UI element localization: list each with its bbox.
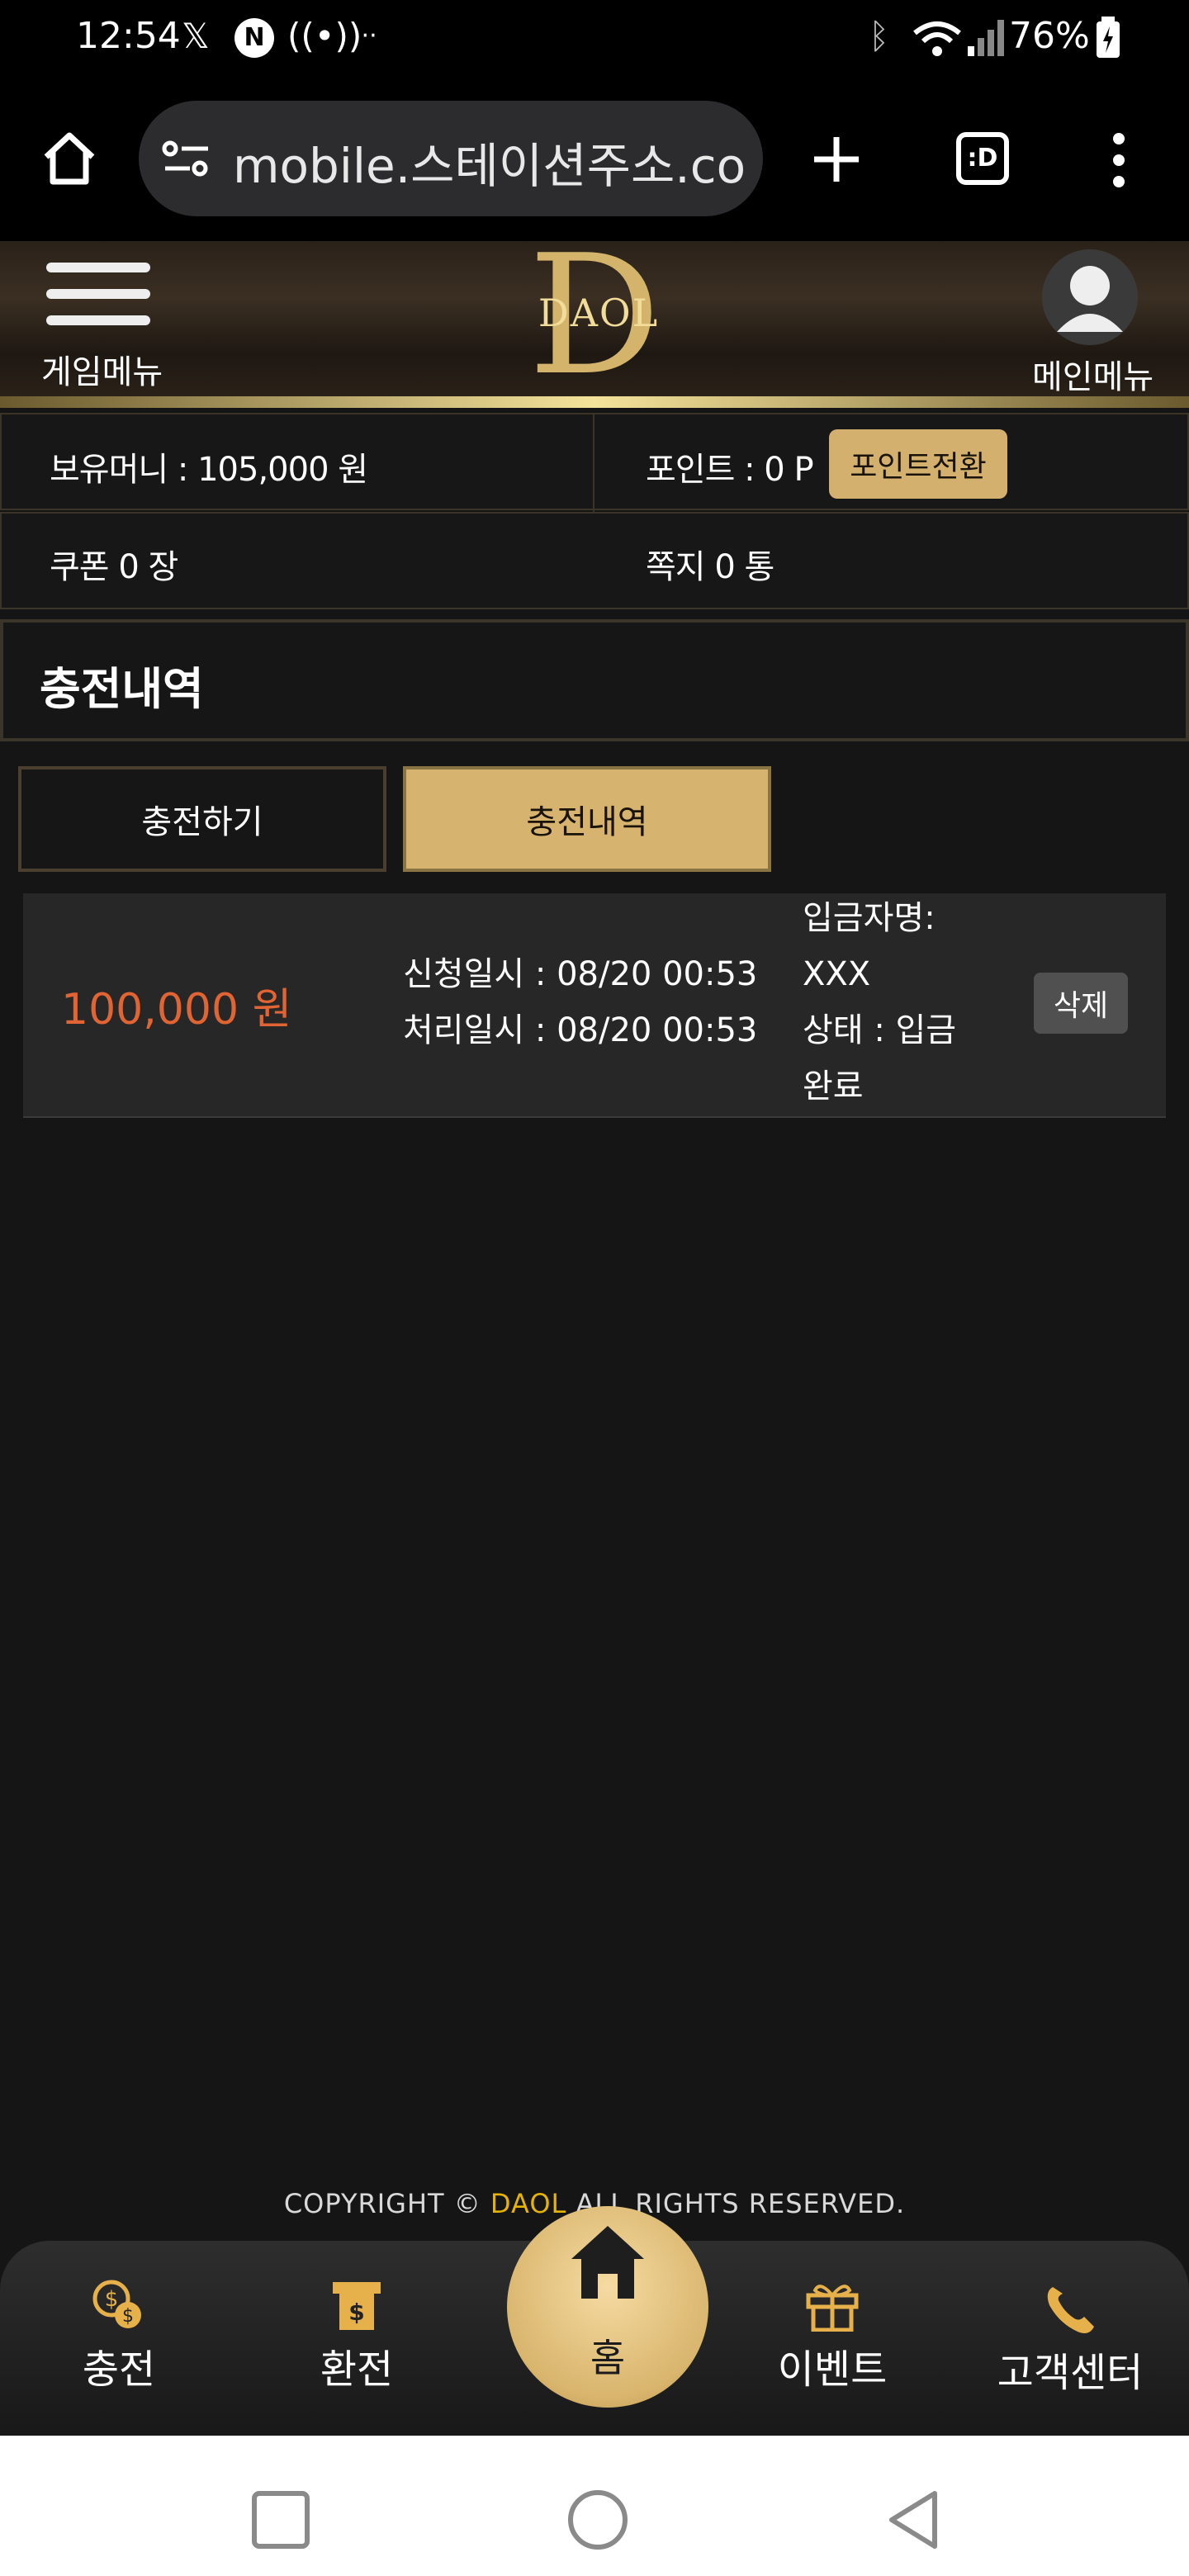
point-convert-button[interactable]: 포인트전환 [829, 429, 1007, 499]
x-icon: 𝕏 [182, 16, 210, 56]
svg-text:$: $ [348, 2299, 364, 2326]
delete-button[interactable]: 삭제 [1034, 973, 1128, 1034]
status-time: 12:54 [76, 15, 181, 57]
more-icon: ··· [353, 21, 377, 50]
site-logo[interactable]: DAOL [528, 291, 669, 335]
depositor-label: 입금자명: [803, 899, 936, 937]
android-home-icon[interactable] [566, 2488, 629, 2551]
coupon-count[interactable]: 쿠폰 0 장 [50, 540, 178, 588]
copyright-brand: DAOL [490, 2188, 567, 2219]
status-text-cont: 완료 [803, 1068, 864, 1106]
request-time: 신청일시 : 08/20 00:53 [403, 955, 758, 993]
house-icon [571, 2226, 644, 2299]
message-count[interactable]: 쪽지 0 통 [646, 540, 775, 588]
nav-support[interactable]: 고객센터 [996, 2282, 1144, 2398]
site-settings-icon[interactable] [162, 140, 211, 177]
svg-text:$: $ [105, 2287, 119, 2312]
hotspot-icon: ((•)) [287, 16, 362, 56]
tab-charge[interactable]: 충전하기 [18, 766, 386, 872]
process-time: 처리일시 : 08/20 00:53 [403, 1011, 758, 1049]
money-balance: 보유머니 : 105,000 원 [50, 451, 368, 489]
tab-switcher-icon[interactable]: :D [956, 132, 1009, 185]
svg-text:$: $ [122, 2306, 134, 2327]
point-balance: 포인트 : 0 P [646, 451, 814, 489]
bluetooth-icon: ᛒ [869, 16, 890, 56]
nav-exchange[interactable]: $ 환전 [282, 2279, 431, 2394]
main-menu-label[interactable]: 메인메뉴 [1032, 350, 1153, 398]
nav-home-label[interactable]: 홈 [507, 2328, 708, 2383]
wifi-icon [913, 21, 961, 56]
phone-icon [1047, 2287, 1094, 2333]
nav-charge[interactable]: $ $ 충전 [45, 2279, 193, 2394]
battery-percent: 76% [1009, 15, 1090, 57]
nav-charge-label: 충전 [82, 2346, 156, 2393]
depositor-name: XXX [803, 955, 871, 993]
tab-charge-history[interactable]: 충전내역 [403, 766, 771, 872]
game-menu-label[interactable]: 게임메뉴 [41, 345, 163, 393]
atm-icon: $ [333, 2282, 381, 2330]
status-text: 상태 : 입금 [803, 1011, 957, 1049]
battery-icon [1097, 17, 1120, 58]
nav-event[interactable]: 이벤트 [758, 2279, 907, 2394]
signal-icon [968, 20, 1004, 56]
page-title: 충전내역 [40, 663, 204, 715]
nav-exchange-label: 환전 [320, 2346, 394, 2393]
more-menu-icon[interactable] [1106, 130, 1131, 190]
back-icon[interactable] [885, 2488, 940, 2551]
url-text[interactable]: mobile.스테이션주소.com [233, 127, 745, 197]
copyright-prefix: COPYRIGHT © [283, 2188, 490, 2219]
recent-apps-icon[interactable] [251, 2490, 310, 2550]
n-icon: N [234, 18, 274, 58]
home-icon[interactable] [40, 129, 99, 188]
new-tab-icon[interactable] [811, 134, 862, 185]
nav-support-label: 고객센터 [997, 2350, 1144, 2396]
account-info-row [0, 512, 1189, 609]
hamburger-icon[interactable] [46, 263, 150, 329]
gift-icon [806, 2285, 859, 2332]
nav-event-label: 이벤트 [777, 2346, 888, 2393]
money-bag-icon: $ $ [92, 2280, 141, 2328]
user-avatar-icon[interactable] [1042, 249, 1138, 345]
charge-amount: 100,000 원 [61, 985, 292, 1035]
